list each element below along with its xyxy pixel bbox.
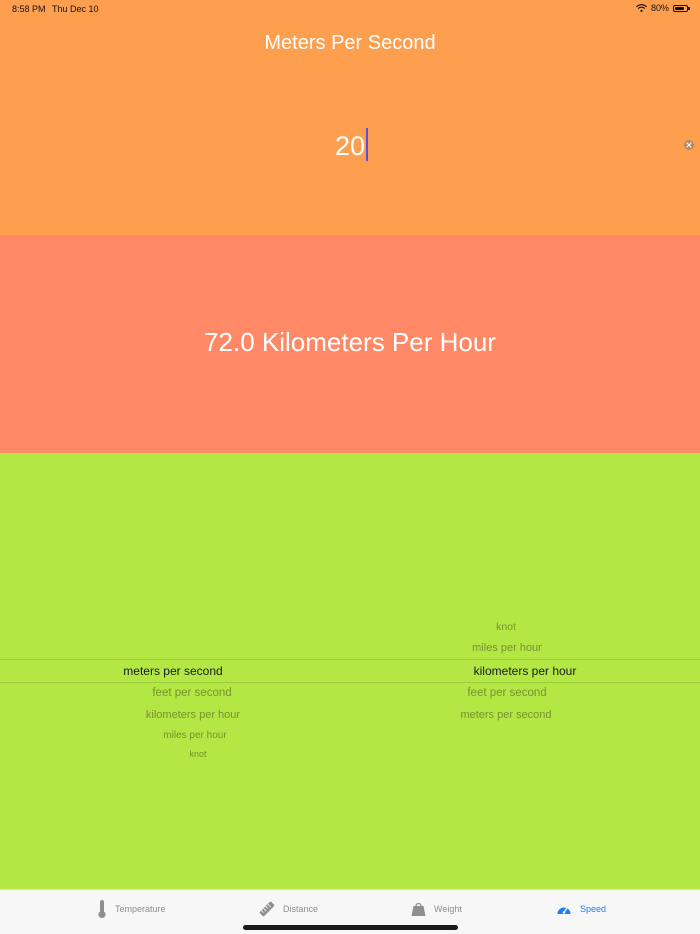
tab-distance[interactable]: Distance bbox=[259, 898, 318, 920]
from-unit-selected[interactable]: meters per second bbox=[0, 664, 348, 678]
battery-level bbox=[675, 6, 684, 10]
tab-bar: Temperature Distance Weight Speed bbox=[0, 889, 700, 934]
tab-weight-label: Weight bbox=[434, 904, 462, 914]
status-time: 8:58 PM bbox=[12, 4, 46, 14]
to-unit-selected[interactable]: kilometers per hour bbox=[350, 664, 700, 678]
to-unit-option[interactable]: meters per second bbox=[331, 709, 681, 721]
clear-input-button[interactable] bbox=[684, 140, 694, 150]
weight-icon bbox=[411, 902, 426, 916]
result-section: 72.0 Kilometers Per Hour bbox=[0, 235, 700, 453]
tab-weight[interactable]: Weight bbox=[411, 898, 462, 920]
to-unit-picker[interactable]: knot miles per hour kilometers per hour … bbox=[350, 453, 700, 889]
from-unit-option[interactable]: knot bbox=[23, 749, 373, 759]
input-section: Meters Per Second bbox=[0, 0, 700, 235]
to-unit-option[interactable]: miles per hour bbox=[332, 642, 682, 654]
from-unit-picker[interactable]: meters per second feet per second kilome… bbox=[0, 453, 350, 889]
conversion-result: 72.0 Kilometers Per Hour bbox=[204, 327, 496, 357]
tab-temperature[interactable]: Temperature bbox=[97, 898, 166, 920]
tab-speed-label: Speed bbox=[580, 904, 607, 914]
status-date: Thu Dec 10 bbox=[52, 4, 99, 14]
app-window: Meters Per Second 8:58 PM Thu Dec 10 80%… bbox=[0, 0, 700, 934]
from-unit-option[interactable]: feet per second bbox=[17, 687, 367, 699]
text-caret bbox=[366, 128, 369, 161]
unit-picker: meters per second feet per second kilome… bbox=[0, 453, 700, 889]
battery-icon bbox=[673, 4, 690, 12]
value-input[interactable] bbox=[120, 126, 580, 166]
tab-speed[interactable]: Speed bbox=[556, 898, 606, 920]
input-unit-title: Meters Per Second bbox=[264, 32, 436, 54]
thermometer-icon bbox=[98, 900, 106, 919]
tab-temperature-label: Temperature bbox=[115, 904, 166, 914]
wifi-icon bbox=[636, 4, 647, 12]
speedometer-icon bbox=[557, 906, 571, 914]
ruler-icon bbox=[259, 901, 275, 917]
tab-distance-label: Distance bbox=[283, 904, 319, 914]
to-unit-option[interactable]: knot bbox=[331, 621, 681, 633]
battery-percent: 80% bbox=[650, 3, 669, 13]
home-indicator bbox=[243, 925, 458, 930]
to-unit-option[interactable]: feet per second bbox=[332, 687, 682, 699]
from-unit-option[interactable]: kilometers per hour bbox=[18, 709, 368, 721]
from-unit-option[interactable]: miles per hour bbox=[20, 730, 370, 741]
clear-icon bbox=[686, 142, 692, 148]
status-bar: 8:58 PM Thu Dec 10 80% bbox=[0, 0, 700, 18]
